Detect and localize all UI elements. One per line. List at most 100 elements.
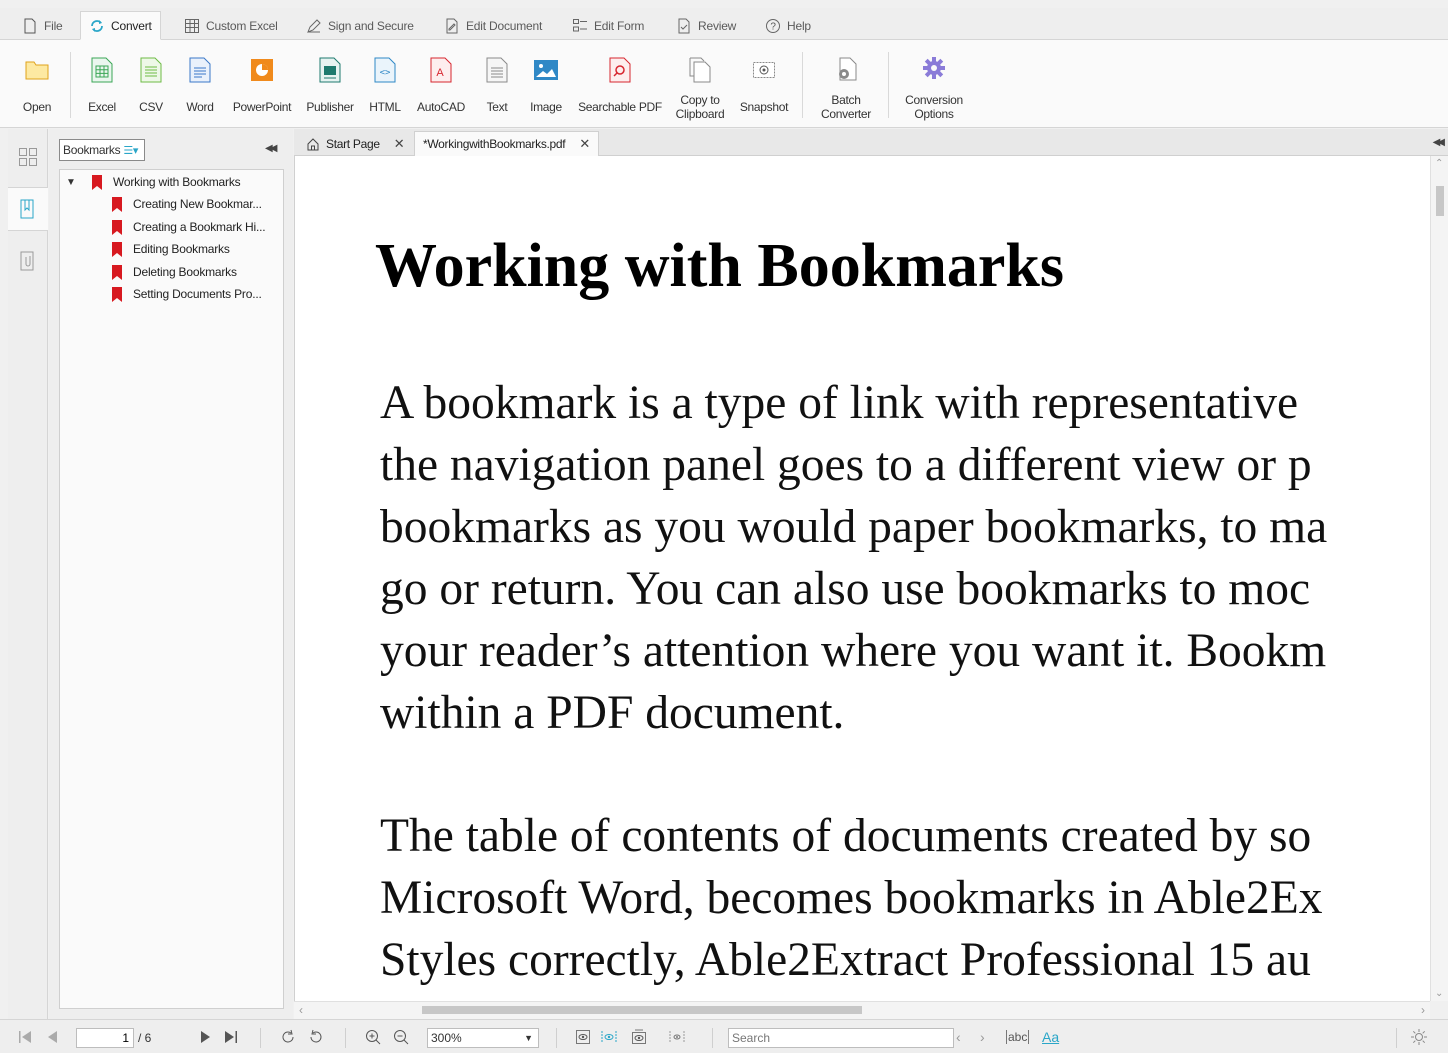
tab-edit-form[interactable]: Edit Form	[564, 11, 652, 40]
tab-document[interactable]: *WorkingwithBookmarks.pdf ✕	[414, 131, 599, 156]
view-mode-button-3[interactable]	[630, 1027, 648, 1047]
search-box[interactable]	[728, 1028, 954, 1048]
html-icon: <>	[374, 57, 396, 83]
scroll-thumb[interactable]	[422, 1006, 862, 1014]
thumbnails-button[interactable]	[8, 135, 48, 179]
horizontal-scrollbar[interactable]: ‹ ›	[294, 1001, 1430, 1019]
tab-file-label: File	[44, 18, 63, 33]
tab-help[interactable]: ? Help	[757, 11, 819, 40]
tab-start-page[interactable]: Start Page ✕	[298, 131, 412, 156]
searchable-pdf-button[interactable]: Searchable PDF	[574, 40, 666, 128]
next-page-button[interactable]	[196, 1027, 214, 1047]
bookmarks-panel-button[interactable]	[8, 187, 48, 231]
bookmark-root[interactable]: ▼ Working with Bookmarks	[66, 172, 241, 192]
chevron-down-icon[interactable]: ▼	[66, 177, 78, 188]
paragraph-line: go or return. You can also use bookmarks…	[380, 563, 1311, 615]
batch-converter-button[interactable]: Batch Converter	[812, 40, 880, 128]
view-mode-button-2[interactable]	[600, 1027, 618, 1047]
open-button[interactable]: Open	[14, 40, 60, 128]
powerpoint-icon	[251, 59, 273, 81]
bookmark-item[interactable]: Deleting Bookmarks	[112, 262, 237, 282]
bookmark-item[interactable]: Editing Bookmarks	[112, 239, 230, 259]
bookmarks-dropdown[interactable]: Bookmarks ☰▾	[59, 139, 145, 161]
snapshot-button[interactable]: Snapshot	[734, 40, 794, 128]
ribbon-separator	[888, 52, 889, 118]
conversion-options-button[interactable]: Conversion Options	[896, 40, 972, 128]
bookmark-label: Editing Bookmarks	[133, 242, 230, 256]
publisher-button[interactable]: Publisher	[302, 40, 358, 128]
pen-icon	[307, 18, 321, 33]
thumbnails-icon	[19, 148, 37, 166]
gear-icon	[923, 57, 945, 79]
bookmark-item[interactable]: Creating New Bookmar...	[112, 194, 262, 214]
attachments-button[interactable]	[8, 239, 48, 283]
scroll-right-icon[interactable]: ›	[1421, 1003, 1425, 1017]
text-button[interactable]: Text	[476, 40, 518, 128]
image-button[interactable]: Image	[524, 40, 568, 128]
tab-convert[interactable]: Convert	[80, 11, 161, 40]
rotate-counterclockwise-button[interactable]	[306, 1027, 324, 1047]
brightness-button[interactable]	[1410, 1027, 1428, 1047]
powerpoint-button[interactable]: PowerPoint	[228, 40, 296, 128]
eye-page-icon	[632, 1029, 646, 1044]
bookmark-item[interactable]: Creating a Bookmark Hi...	[112, 217, 266, 237]
first-page-button[interactable]	[16, 1027, 34, 1047]
bookmark-item[interactable]: Setting Documents Pro...	[112, 284, 262, 304]
previous-page-button[interactable]	[44, 1027, 62, 1047]
tab-file[interactable]: File	[14, 11, 71, 40]
paragraph-line: within a PDF document.	[380, 687, 845, 739]
scroll-up-icon[interactable]: ⌃	[1435, 158, 1443, 169]
view-mode-button-4[interactable]	[668, 1027, 686, 1047]
match-case-button[interactable]: Aa	[1042, 1027, 1059, 1047]
copy-to-clipboard-button[interactable]: Copy to Clipboard	[670, 40, 730, 128]
excel-icon	[91, 57, 113, 83]
folder-icon	[25, 61, 49, 80]
match-whole-word-button[interactable]: abc	[1006, 1027, 1030, 1047]
last-page-icon	[225, 1031, 237, 1043]
excel-button[interactable]: Excel	[80, 40, 124, 128]
status-bar: / 6 300% ▼ ‹ › abc	[0, 1019, 1448, 1053]
copy-label-line2: Clipboard	[675, 107, 725, 121]
rotate-clockwise-button[interactable]	[280, 1027, 298, 1047]
bookmark-flag-icon	[92, 174, 102, 190]
search-input[interactable]	[729, 1029, 953, 1047]
page-number-input[interactable]	[76, 1028, 134, 1048]
csv-button[interactable]: CSV	[130, 40, 172, 128]
vertical-scrollbar[interactable]: ⌃ ⌄	[1430, 156, 1448, 1001]
tab-edit-form-label: Edit Form	[594, 18, 645, 33]
eye-icon	[576, 1030, 590, 1044]
html-button[interactable]: <> HTML	[362, 40, 408, 128]
last-page-button[interactable]	[222, 1027, 240, 1047]
scroll-down-icon[interactable]: ⌄	[1435, 988, 1443, 999]
tab-review-label: Review	[698, 18, 737, 33]
close-icon[interactable]: ✕	[394, 136, 405, 152]
tab-review[interactable]: Review	[668, 11, 744, 40]
search-previous-button[interactable]: ‹	[956, 1027, 961, 1047]
zoom-select[interactable]: 300% ▼	[427, 1028, 539, 1048]
zoom-out-button[interactable]	[392, 1027, 410, 1047]
document-viewport[interactable]: Working with Bookmarks A bookmark is a t…	[294, 156, 1430, 1001]
bookmarks-panel: Bookmarks ☰▾ ◀◀ ▼ Working with Bookmarks…	[49, 129, 293, 1019]
zoom-in-button[interactable]	[364, 1027, 382, 1047]
tab-edit-document[interactable]: Edit Document	[436, 11, 550, 40]
view-mode-button-1[interactable]	[574, 1027, 592, 1047]
scroll-left-icon[interactable]: ‹	[299, 1003, 303, 1017]
tab-custom-excel-label: Custom Excel	[206, 18, 278, 33]
tab-sign-and-secure[interactable]: Sign and Secure	[298, 11, 422, 40]
paragraph-line: Styles correctly, Able2Extract Professio…	[380, 934, 1311, 986]
zoom-in-icon	[366, 1030, 381, 1045]
collapse-right-icon[interactable]: ◀◀	[1433, 137, 1446, 148]
autocad-button[interactable]: A AutoCAD	[412, 40, 470, 128]
scroll-thumb[interactable]	[1436, 186, 1444, 216]
excel-label: Excel	[88, 100, 116, 114]
search-next-button[interactable]: ›	[980, 1027, 985, 1047]
tab-custom-excel[interactable]: Custom Excel	[176, 11, 286, 40]
options-label-line2: Options	[914, 107, 954, 121]
bookmarks-dropdown-label: Bookmarks	[63, 143, 121, 157]
copy-to-clipboard-label: Copy to Clipboard	[670, 93, 730, 121]
close-icon[interactable]: ✕	[579, 136, 590, 152]
collapse-panel-icon[interactable]: ◀◀	[265, 143, 278, 154]
word-button[interactable]: Word	[178, 40, 222, 128]
csv-icon	[140, 57, 162, 83]
bookmark-flag-icon	[112, 219, 122, 235]
